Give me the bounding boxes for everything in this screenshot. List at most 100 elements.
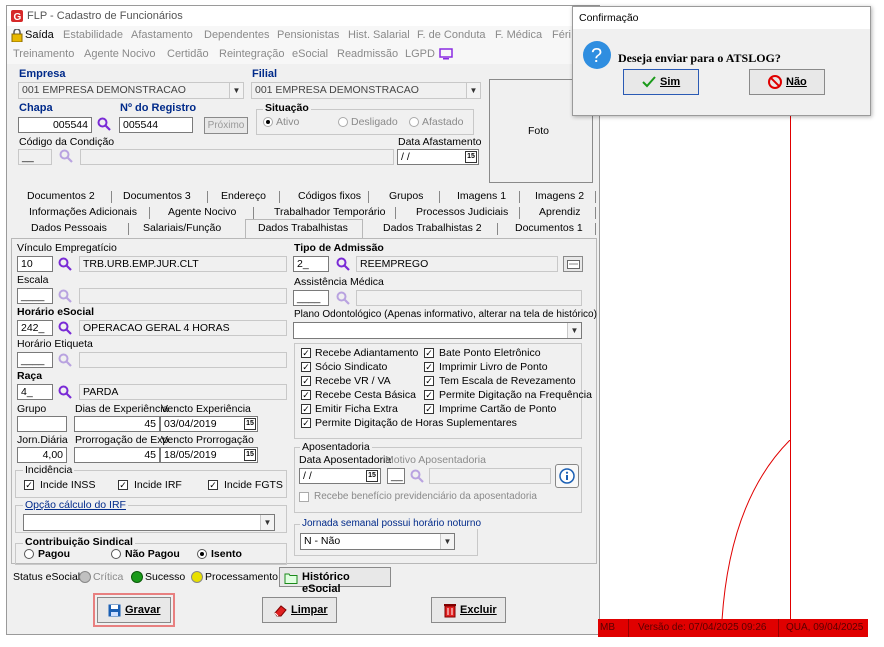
tipo-admissao-code[interactable]: 2_ — [293, 256, 329, 272]
checkbox-imprime-cartao[interactable]: ✓ — [424, 404, 434, 414]
motivo-code[interactable]: __ — [387, 468, 405, 484]
checkbox-socio-sindicato[interactable]: ✓ — [301, 362, 311, 372]
excluir-button[interactable]: Excluir — [431, 597, 506, 623]
nao-button[interactable]: Não — [749, 69, 825, 95]
radio-nao-pagou[interactable] — [111, 549, 121, 559]
menu-estabilidade[interactable]: Estabilidade — [63, 29, 123, 41]
tab-codigos-fixos[interactable]: Códigos fixos — [298, 190, 361, 202]
menu-f-conduta[interactable]: F. de Conduta — [417, 29, 486, 41]
search-icon[interactable] — [58, 385, 72, 399]
sim-button[interactable]: Sim — [623, 69, 699, 95]
calendar-icon[interactable]: 15 — [244, 449, 256, 461]
tab-dados-trabalhistas-2[interactable]: Dados Trabalhistas 2 — [383, 222, 482, 234]
menu-certidao[interactable]: Certidão — [167, 48, 209, 60]
checkbox-imprimir-livro[interactable]: ✓ — [424, 362, 434, 372]
tab-endereco[interactable]: Endereço — [221, 190, 266, 202]
radio-afastado[interactable] — [409, 117, 419, 127]
checkbox-recebe-vr-va[interactable]: ✓ — [301, 376, 311, 386]
raca-code[interactable]: 4_ — [17, 384, 53, 400]
tab-trabalhador-temporario[interactable]: Trabalhador Temporário — [274, 206, 385, 218]
tab-imagens-1[interactable]: Imagens 1 — [457, 190, 506, 202]
search-icon[interactable] — [336, 291, 350, 305]
search-icon[interactable] — [59, 149, 73, 163]
calendar-icon[interactable]: 15 — [366, 470, 378, 482]
menu-dependentes[interactable]: Dependentes — [204, 29, 269, 41]
radio-ativo[interactable] — [263, 117, 273, 127]
vinculo-code[interactable]: 10 — [17, 256, 53, 272]
search-icon[interactable] — [58, 321, 72, 335]
menu-reintegracao[interactable]: Reintegração — [219, 48, 284, 60]
grupo-field[interactable] — [17, 416, 67, 432]
radio-nao-pagou-label: Não Pagou — [125, 548, 180, 560]
checkbox-bate-ponto[interactable]: ✓ — [424, 348, 434, 358]
horario-etiqueta-code[interactable]: ____ — [17, 352, 53, 368]
checkbox-beneficio[interactable] — [299, 492, 309, 502]
tab-informacoes-adicionais[interactable]: Informações Adicionais — [29, 206, 137, 218]
tab-dados-pessoais[interactable]: Dados Pessoais — [31, 222, 107, 234]
tab-agente-nocivo[interactable]: Agente Nocivo — [168, 206, 236, 218]
empresa-select[interactable]: 001 EMPRESA DEMONSTRACAO ▼ — [18, 82, 244, 99]
assistencia-code[interactable]: ____ — [293, 290, 329, 306]
menu-saida[interactable]: Saída — [25, 29, 54, 41]
search-icon[interactable] — [58, 289, 72, 303]
horario-code[interactable]: 242_ — [17, 320, 53, 336]
jornada-select[interactable]: N - Não ▼ — [300, 533, 455, 550]
checkbox-emitir-ficha-extra[interactable]: ✓ — [301, 404, 311, 414]
irf-select[interactable]: ▼ — [23, 514, 275, 531]
checkbox-incide-fgts[interactable]: ✓ — [208, 480, 218, 490]
calendar-icon[interactable]: 15 — [244, 418, 256, 430]
tab-documentos-1[interactable]: Documentos 1 — [515, 222, 583, 234]
checkbox-digitacao-frequencia[interactable]: ✓ — [424, 390, 434, 400]
checkbox-incide-inss[interactable]: ✓ — [24, 480, 34, 490]
historico-esocial-button[interactable]: Histórico eSocial — [279, 567, 391, 595]
menu-afastamento[interactable]: Afastamento — [131, 29, 193, 41]
plano-select[interactable]: ▼ — [293, 322, 582, 339]
info-button[interactable] — [555, 464, 579, 488]
menu-pensionistas[interactable]: Pensionistas — [277, 29, 339, 41]
tab-salariais-funcao[interactable]: Salariais/Função — [143, 222, 221, 234]
menu-treinamento[interactable]: Treinamento — [13, 48, 74, 60]
menu-esocial[interactable]: eSocial — [292, 48, 328, 60]
monitor-icon[interactable] — [439, 48, 453, 60]
tab-imagens-2[interactable]: Imagens 2 — [535, 190, 584, 202]
checkbox-horas-suplementares[interactable]: ✓ — [301, 418, 311, 428]
menu-readmissao[interactable]: Readmissão — [337, 48, 398, 60]
menu-ferias[interactable]: Féri — [552, 29, 571, 41]
radio-isento[interactable] — [197, 549, 207, 559]
gravar-button[interactable]: Gravar — [97, 597, 171, 623]
calendar-icon[interactable]: 15 — [465, 151, 477, 163]
chapa-field[interactable]: 005544 — [18, 117, 92, 133]
menu-agente-nocivo[interactable]: Agente Nocivo — [84, 48, 156, 60]
radio-desligado[interactable] — [338, 117, 348, 127]
prorrogacao-field[interactable]: 45 — [74, 447, 160, 463]
radio-pagou[interactable] — [24, 549, 34, 559]
tab-documentos-3[interactable]: Documentos 3 — [123, 190, 191, 202]
filial-select[interactable]: 001 EMPRESA DEMONSTRACAO ▼ — [251, 82, 481, 99]
dias-exp-field[interactable]: 45 — [74, 416, 160, 432]
search-icon[interactable] — [336, 257, 350, 271]
tab-documentos-2[interactable]: Documentos 2 — [27, 190, 95, 202]
checkbox-recebe-adiantamento[interactable]: ✓ — [301, 348, 311, 358]
jorn-field[interactable]: 4,00 — [17, 447, 67, 463]
registro-field[interactable]: 005544 — [119, 117, 193, 133]
tab-dados-trabalhistas-active[interactable]: Dados Trabalhistas — [245, 219, 363, 238]
status-sucesso-label: Sucesso — [145, 571, 186, 583]
search-icon[interactable] — [410, 469, 424, 483]
tab-aprendiz[interactable]: Aprendiz — [539, 206, 580, 218]
proximo-button[interactable]: Próximo — [204, 117, 248, 134]
menu-f-medica[interactable]: F. Médica — [495, 29, 542, 41]
escala-code[interactable]: ____ — [17, 288, 53, 304]
codigo-condicao-field[interactable]: __ — [18, 149, 52, 165]
menu-hist-salarial[interactable]: Hist. Salarial — [348, 29, 410, 41]
search-icon[interactable] — [97, 117, 111, 131]
checkbox-recebe-cesta-basica[interactable]: ✓ — [301, 390, 311, 400]
tab-processos-judiciais[interactable]: Processos Judiciais — [416, 206, 508, 218]
search-icon[interactable] — [58, 257, 72, 271]
limpar-button[interactable]: Limpar — [262, 597, 337, 623]
checkbox-incide-irf[interactable]: ✓ — [118, 480, 128, 490]
menu-lgpd[interactable]: LGPD — [405, 48, 435, 60]
checkbox-escala-revezamento[interactable]: ✓ — [424, 376, 434, 386]
tab-grupos[interactable]: Grupos — [389, 190, 423, 202]
card-icon-button[interactable] — [563, 256, 583, 272]
search-icon[interactable] — [58, 353, 72, 367]
